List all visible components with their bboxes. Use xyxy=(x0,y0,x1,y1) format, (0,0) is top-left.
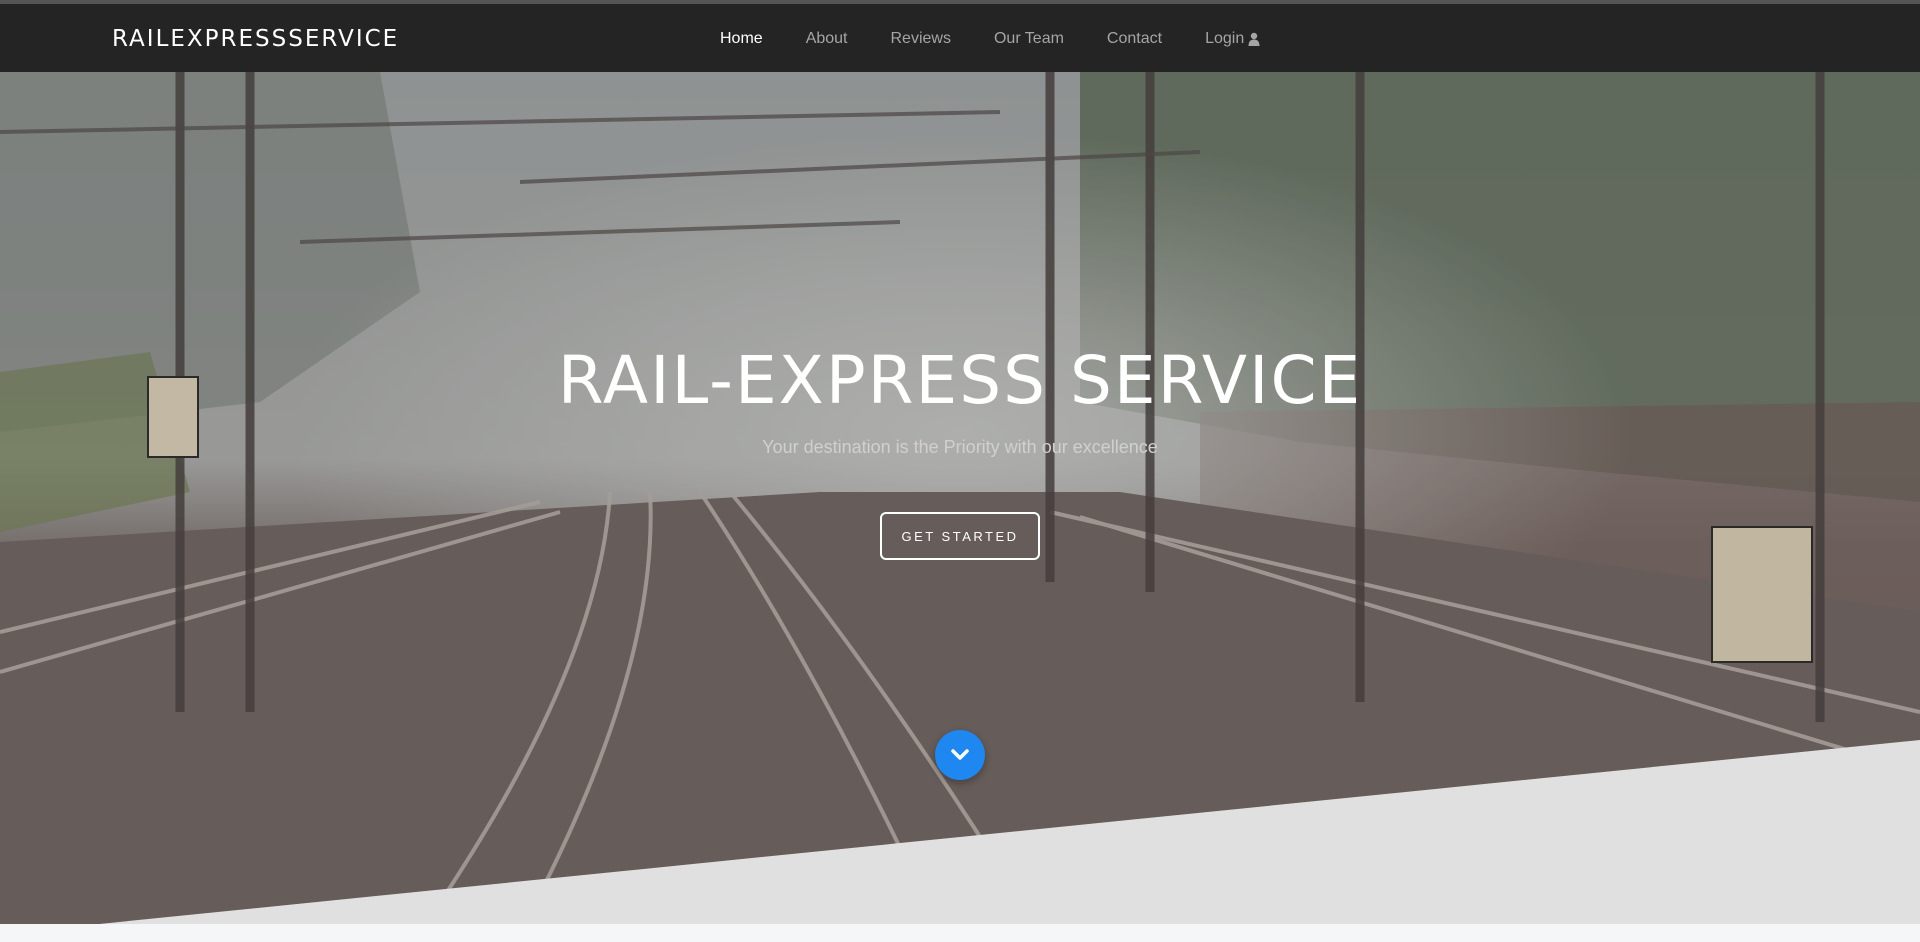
next-section-edge xyxy=(0,924,1920,942)
nav-home[interactable]: Home xyxy=(720,28,763,50)
nav-login-label: Login xyxy=(1205,30,1245,47)
hero-overlay xyxy=(0,72,1920,932)
hero-title: RAIL-EXPRESS SERVICE xyxy=(557,342,1363,419)
nav-our-team[interactable]: Our Team xyxy=(994,28,1064,50)
user-icon xyxy=(1248,32,1260,46)
hero-section: RAIL-EXPRESS SERVICE Your destination is… xyxy=(0,72,1920,932)
brand-logo[interactable]: RAILEXPRESSSERVICE xyxy=(112,26,399,52)
hero-subtitle: Your destination is the Priority with ou… xyxy=(762,437,1158,457)
nav-reviews[interactable]: Reviews xyxy=(891,28,951,50)
nav-about[interactable]: About xyxy=(806,28,848,50)
scroll-down-button[interactable] xyxy=(935,730,985,780)
get-started-button[interactable]: GET STARTED xyxy=(880,512,1040,560)
nav-menu: Home About Reviews Our Team Contact Logi… xyxy=(720,28,1303,50)
navbar: RAILEXPRESSSERVICE Home About Reviews Ou… xyxy=(0,4,1920,72)
chevron-down-icon xyxy=(951,749,969,760)
top-border xyxy=(0,0,1920,4)
nav-contact[interactable]: Contact xyxy=(1107,28,1162,50)
nav-login[interactable]: Login xyxy=(1205,28,1260,50)
